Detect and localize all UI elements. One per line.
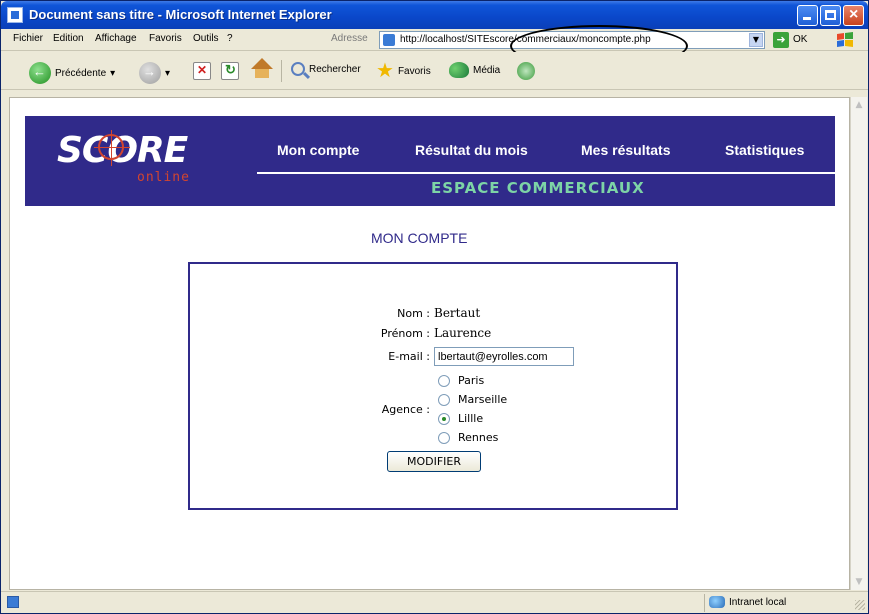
scroll-up-icon[interactable]: ▲ [851, 97, 867, 113]
radio-lille[interactable] [438, 412, 450, 425]
vertical-scrollbar[interactable]: ▲ ▼ [850, 97, 867, 590]
media-button[interactable]: Média [449, 62, 500, 78]
search-label: Rechercher [309, 63, 361, 75]
browser-window: Document sans titre - Microsoft Internet… [0, 0, 869, 614]
menu-fichier[interactable]: Fichier [13, 33, 43, 44]
home-icon [251, 58, 273, 78]
close-icon: × [849, 6, 859, 23]
windows-flag-icon [837, 32, 853, 47]
status-bar: Intranet local [1, 591, 868, 613]
agence-option[interactable]: Lillle [438, 412, 483, 425]
chevron-down-icon[interactable]: ▾ [165, 68, 170, 79]
window-title: Document sans titre - Microsoft Internet… [29, 7, 332, 22]
page-title: MON COMPTE [371, 230, 468, 246]
nom-value: Bertaut [434, 306, 481, 320]
chevron-down-icon[interactable]: ▼ [749, 33, 763, 47]
prenom-value: Laurence [434, 326, 492, 340]
address-label: Adresse [331, 33, 368, 44]
title-bar: Document sans titre - Microsoft Internet… [1, 1, 868, 29]
email-label: E-mail : [388, 350, 430, 363]
agence-option-label: Paris [458, 374, 485, 387]
section-title: ESPACE COMMERCIAUX [431, 179, 645, 197]
nav-mon-compte[interactable]: Mon compte [277, 142, 359, 158]
nav-divider [257, 172, 835, 174]
history-button[interactable] [517, 62, 535, 80]
minimize-icon [803, 17, 811, 20]
agence-option[interactable]: Rennes [438, 431, 498, 444]
menu-favoris[interactable]: Favoris [149, 33, 182, 44]
email-field[interactable] [434, 347, 574, 366]
site-logo-sub: online [137, 170, 190, 185]
resize-grip[interactable] [855, 600, 865, 610]
site-banner: SCORE online Mon compte Résultat du mois… [25, 116, 835, 206]
prenom-label: Prénom : [380, 327, 430, 340]
minimize-button[interactable] [797, 5, 818, 26]
maximize-icon [825, 10, 836, 20]
refresh-icon [221, 62, 239, 80]
agence-option-label: Marseille [458, 393, 508, 406]
toolbar-separator [281, 60, 282, 82]
scroll-down-icon[interactable]: ▼ [851, 574, 867, 590]
toolbar: Précédente ▾ ▾ Rechercher ★ Favoris Médi… [1, 52, 868, 90]
nav-statistiques[interactable]: Statistiques [725, 142, 804, 158]
history-icon [517, 62, 535, 80]
favorites-label: Favoris [397, 65, 431, 77]
ie-page-icon [7, 7, 23, 23]
go-arrow-icon[interactable]: ➜ [773, 32, 789, 48]
search-button[interactable]: Rechercher [291, 62, 361, 76]
agence-option-label: Lillle [458, 412, 484, 425]
nav-mes-resultats[interactable]: Mes résultats [581, 142, 670, 158]
refresh-button[interactable] [221, 62, 239, 80]
go-button-label[interactable]: OK [793, 34, 807, 45]
page-icon [383, 34, 395, 46]
back-arrow-icon [29, 62, 51, 84]
close-button[interactable]: × [843, 5, 864, 26]
forward-arrow-icon [139, 62, 161, 84]
media-label: Média [473, 64, 501, 76]
agence-option[interactable]: Marseille [438, 393, 507, 406]
search-icon [291, 62, 305, 76]
page-status-icon [7, 596, 19, 608]
back-label: Précédente [55, 67, 107, 79]
maximize-button[interactable] [820, 5, 841, 26]
menu-affichage[interactable]: Affichage [95, 33, 137, 44]
account-form: Nom : Bertaut Prénom : Laurence E-mail :… [188, 262, 678, 510]
security-zone-label: Intranet local [729, 597, 787, 608]
status-separator [704, 594, 705, 612]
favorites-button[interactable]: ★ Favoris [376, 60, 431, 82]
chevron-down-icon[interactable]: ▾ [110, 68, 115, 79]
intranet-zone-icon [709, 596, 725, 608]
stop-icon [193, 62, 211, 80]
radio-marseille[interactable] [438, 393, 450, 406]
nom-label: Nom : [397, 307, 430, 320]
home-button[interactable] [251, 58, 273, 78]
radio-paris[interactable] [438, 374, 450, 387]
nav-resultat-du-mois[interactable]: Résultat du mois [415, 142, 528, 158]
star-icon: ★ [376, 60, 394, 82]
agence-option[interactable]: Paris [438, 374, 484, 387]
agence-option-label: Rennes [458, 431, 499, 444]
crosshair-icon [94, 130, 130, 166]
agence-label: Agence : [381, 403, 430, 416]
menu-help[interactable]: ? [227, 33, 233, 44]
menu-outils[interactable]: Outils [193, 33, 219, 44]
forward-button[interactable]: ▾ [139, 62, 170, 84]
back-button[interactable]: Précédente ▾ [29, 62, 115, 84]
media-icon [449, 62, 469, 78]
radio-rennes[interactable] [438, 431, 450, 444]
modifier-button[interactable]: MODIFIER [387, 451, 481, 472]
menu-edition[interactable]: Edition [53, 33, 84, 44]
stop-button[interactable] [193, 62, 211, 80]
